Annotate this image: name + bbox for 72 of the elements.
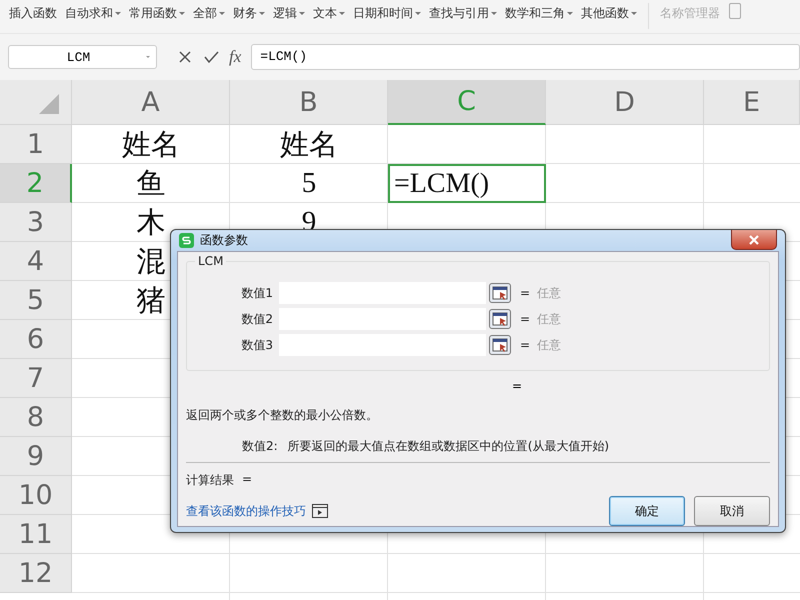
range-select-icon xyxy=(492,286,508,300)
toolbar-button[interactable]: 数学和三角 xyxy=(502,3,576,24)
argument-hint: 任意 xyxy=(537,336,562,354)
argument-label: 数值1 xyxy=(240,284,274,302)
argument-hint: 任意 xyxy=(537,284,562,302)
column-header[interactable]: A xyxy=(72,80,230,125)
help-link[interactable]: 查看该函数的操作技巧 xyxy=(186,502,306,520)
row-header[interactable]: 4 xyxy=(0,242,72,281)
toolbar-button[interactable]: 常用函数 xyxy=(126,3,188,24)
range-select-icon xyxy=(492,338,508,352)
table-cell[interactable]: 姓名 xyxy=(122,124,180,164)
select-all-icon xyxy=(39,94,59,114)
toolbar-button[interactable]: 日期和时间 xyxy=(350,3,424,24)
table-cell[interactable]: 姓名 xyxy=(280,124,338,164)
equals-sign: = xyxy=(520,286,530,300)
table-cell[interactable]: 木 xyxy=(136,202,166,242)
argument-name: 数值2: xyxy=(242,438,278,455)
row-header[interactable]: 8 xyxy=(0,398,72,437)
argument-label: 数值3 xyxy=(240,336,274,354)
checkmark-icon[interactable] xyxy=(203,49,219,65)
toolbar-button[interactable]: 自动求和 xyxy=(62,3,124,24)
row-header[interactable]: 5 xyxy=(0,281,72,320)
row-header[interactable]: 10 xyxy=(0,476,72,515)
row-header[interactable]: 1 xyxy=(0,125,72,164)
formula-field[interactable]: =LCM() xyxy=(251,44,800,70)
range-select-icon xyxy=(492,312,508,326)
dialog-button[interactable]: 确定 xyxy=(609,496,685,526)
equals-sign: = xyxy=(242,472,252,488)
cancel-icon[interactable] xyxy=(177,49,193,65)
row-header[interactable]: 11 xyxy=(0,515,72,554)
row-header[interactable]: 12 xyxy=(0,554,72,593)
toolbar-button[interactable]: 文本 xyxy=(310,3,348,24)
function-button[interactable]: fx xyxy=(229,47,242,67)
row-header[interactable]: 7 xyxy=(0,359,72,398)
equals-sign: = xyxy=(512,379,522,393)
clipboard-icon[interactable] xyxy=(729,3,741,19)
table-cell[interactable]: 猪 xyxy=(136,280,166,320)
column-header[interactable]: D xyxy=(546,80,704,125)
result-label: 计算结果 xyxy=(186,472,234,489)
function-description: 返回两个或多个整数的最小公倍数。 xyxy=(186,407,379,424)
table-cell[interactable]: 鱼 xyxy=(136,164,166,204)
range-select-button[interactable] xyxy=(489,335,511,355)
column-header[interactable]: B xyxy=(230,80,388,125)
dialog-button[interactable]: 取消 xyxy=(694,496,770,526)
toolbar-button[interactable]: 财务 xyxy=(230,3,268,24)
equals-sign: = xyxy=(520,312,530,326)
row-header[interactable]: 6 xyxy=(0,320,72,359)
toolbar-button[interactable]: 查找与引用 xyxy=(426,3,500,24)
equals-sign: = xyxy=(520,338,530,352)
function-name: LCM xyxy=(195,254,226,268)
dialog-title: 函数参数 xyxy=(200,232,249,249)
video-icon xyxy=(312,504,328,518)
close-icon xyxy=(748,234,760,244)
row-header[interactable]: 9 xyxy=(0,437,72,476)
toolbar-button[interactable]: 逻辑 xyxy=(270,3,308,24)
app-logo-icon xyxy=(179,233,194,248)
range-select-button[interactable] xyxy=(489,283,511,303)
argument-description: 所要返回的最大值点在数组或数据区中的位置(从最大值开始) xyxy=(288,438,610,455)
toolbar-button[interactable]: 插入函数 xyxy=(6,3,60,24)
argument-label: 数值2 xyxy=(240,310,274,328)
column-header[interactable]: E xyxy=(704,80,800,125)
table-cell[interactable]: 混 xyxy=(136,242,166,282)
table-cell[interactable]: =LCM() xyxy=(388,164,546,203)
toolbar-button[interactable]: 其他函数 xyxy=(578,3,640,24)
table-cell[interactable]: 5 xyxy=(302,167,316,200)
close-button[interactable] xyxy=(731,230,777,250)
range-select-button[interactable] xyxy=(489,309,511,329)
dropdown-caret-icon xyxy=(144,53,152,61)
toolbar-button[interactable]: 全部 xyxy=(190,3,228,24)
name-box[interactable]: LCM xyxy=(8,45,157,69)
row-header[interactable]: 3 xyxy=(0,203,72,242)
argument-hint: 任意 xyxy=(537,310,562,328)
